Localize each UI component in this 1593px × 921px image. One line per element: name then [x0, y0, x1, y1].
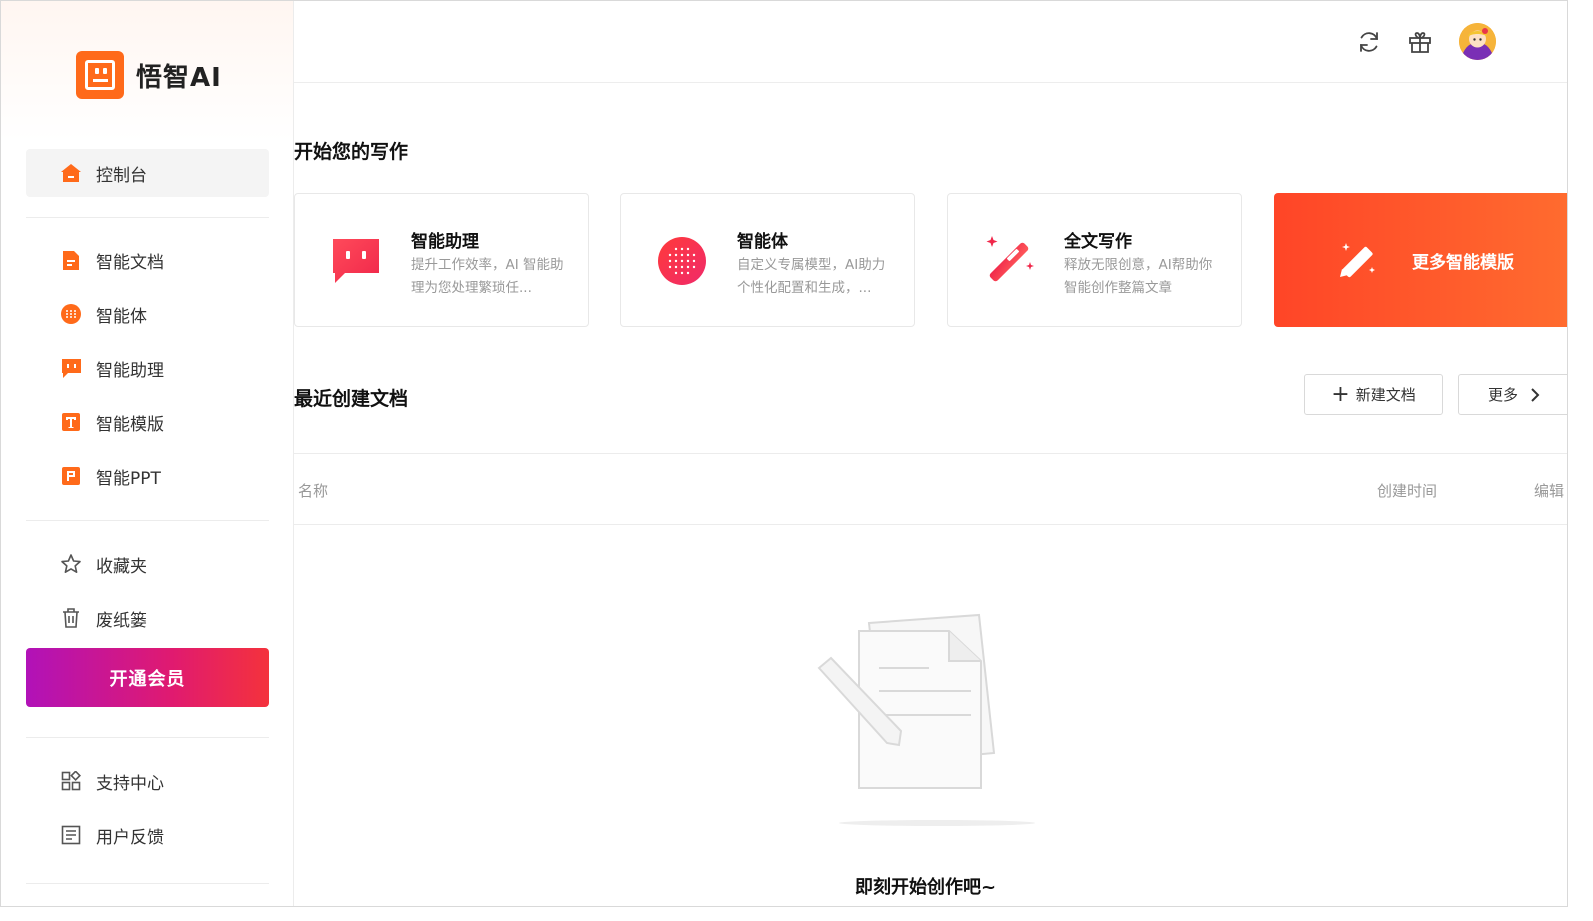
sidebar-item-label: 智能PPT: [96, 468, 161, 489]
divider: [26, 883, 269, 884]
ppt-icon: [60, 465, 82, 487]
pencil-icon: [1332, 237, 1380, 285]
column-created-time: 创建时间: [1377, 482, 1438, 500]
chat-assistant-icon: [331, 236, 381, 286]
divider: [26, 217, 269, 218]
divider: [26, 520, 269, 521]
sidebar-item-favorites[interactable]: 收藏夹: [26, 540, 269, 588]
document-icon: [60, 249, 82, 271]
column-edit: 编辑: [1534, 482, 1565, 500]
grid-icon: [60, 770, 82, 792]
star-icon: [60, 553, 82, 575]
home-icon: [60, 162, 82, 184]
avatar[interactable]: [1459, 23, 1496, 60]
card-assistant[interactable]: 智能助理 提升工作效率，AI 智能助理为您处理繁琐任...: [294, 193, 589, 327]
template-icon: [60, 411, 82, 433]
sidebar-item-smart-docs[interactable]: 智能文档: [26, 236, 269, 284]
more-button[interactable]: 更多: [1458, 374, 1567, 415]
plus-icon: +: [1331, 381, 1350, 407]
sidebar-item-agents[interactable]: 智能体: [26, 290, 269, 338]
agent-icon: [657, 236, 707, 286]
magic-wand-icon: [978, 228, 1042, 292]
refresh-icon[interactable]: [1356, 29, 1382, 55]
sidebar-item-console[interactable]: 控制台: [26, 149, 269, 197]
table-header-row: 名称 创建时间 编辑: [294, 453, 1567, 525]
sidebar-item-trash[interactable]: 废纸篓: [26, 594, 269, 642]
sidebar-item-feedback[interactable]: 用户反馈: [26, 811, 269, 859]
card-description: 自定义专属模型，AI助力个性化配置和生成，...: [737, 257, 886, 296]
new-document-button[interactable]: + 新建文档: [1304, 374, 1443, 415]
recent-docs-title: 最近创建文档: [294, 388, 409, 410]
start-writing-title: 开始您的写作: [294, 141, 409, 163]
sidebar-item-label: 智能助理: [96, 360, 164, 381]
card-title: 智能体: [737, 232, 788, 252]
divider: [26, 737, 269, 738]
column-name: 名称: [298, 482, 329, 500]
sidebar-item-label: 支持中心: [96, 773, 164, 794]
agent-icon: [60, 303, 82, 325]
trash-icon: [60, 607, 82, 629]
brand-logo[interactable]: 悟智AI: [76, 51, 222, 99]
sidebar-item-ppt[interactable]: 智能PPT: [26, 452, 269, 500]
new-document-label: 新建文档: [1355, 386, 1416, 404]
open-membership-button[interactable]: 开通会员: [26, 648, 269, 707]
feedback-icon: [60, 824, 82, 846]
card-description: 提升工作效率，AI 智能助理为您处理繁琐任...: [411, 257, 564, 296]
sidebar-item-support[interactable]: 支持中心: [26, 757, 269, 805]
top-bar: [294, 1, 1567, 83]
main-content: 开始您的写作 智能助理 提升工作效率，AI 智能助理为您处理繁琐任... 智能体…: [294, 83, 1567, 906]
logo-icon: [76, 51, 124, 99]
more-templates-title: 更多智能模版: [1412, 253, 1514, 273]
empty-state-illustration: [809, 603, 1054, 828]
sidebar: 悟智AI 控制台 智能文档 智能体 智能助理 智能模版 智能PPT 收藏夹 废纸…: [1, 1, 294, 906]
sidebar-item-label: 收藏夹: [96, 556, 147, 577]
card-agent[interactable]: 智能体 自定义专属模型，AI助力个性化配置和生成，...: [620, 193, 915, 327]
sidebar-item-label: 用户反馈: [96, 827, 164, 848]
brand-name: 悟智AI: [136, 62, 222, 93]
chevron-right-icon: [1530, 387, 1540, 402]
card-full-writing[interactable]: 全文写作 释放无限创意，AI帮助你智能创作整篇文章: [947, 193, 1242, 327]
more-templates-card[interactable]: 更多智能模版: [1274, 193, 1567, 327]
more-label: 更多: [1487, 386, 1518, 404]
chat-assistant-icon: [60, 357, 82, 379]
sidebar-item-label: 控制台: [96, 165, 147, 186]
sidebar-item-templates[interactable]: 智能模版: [26, 398, 269, 446]
card-description: 释放无限创意，AI帮助你智能创作整篇文章: [1064, 257, 1213, 296]
card-title: 智能助理: [411, 232, 479, 252]
sidebar-item-label: 废纸篓: [96, 610, 147, 631]
sidebar-item-label: 智能文档: [96, 252, 164, 273]
sidebar-item-label: 智能模版: [96, 414, 164, 435]
sidebar-item-assistant[interactable]: 智能助理: [26, 344, 269, 392]
app-window: 悟智AI 控制台 智能文档 智能体 智能助理 智能模版 智能PPT 收藏夹 废纸…: [0, 0, 1568, 907]
empty-state-text: 即刻开始创作吧~: [855, 877, 997, 898]
card-title: 全文写作: [1064, 232, 1132, 252]
gift-icon[interactable]: [1407, 29, 1433, 55]
sidebar-item-label: 智能体: [96, 306, 147, 327]
